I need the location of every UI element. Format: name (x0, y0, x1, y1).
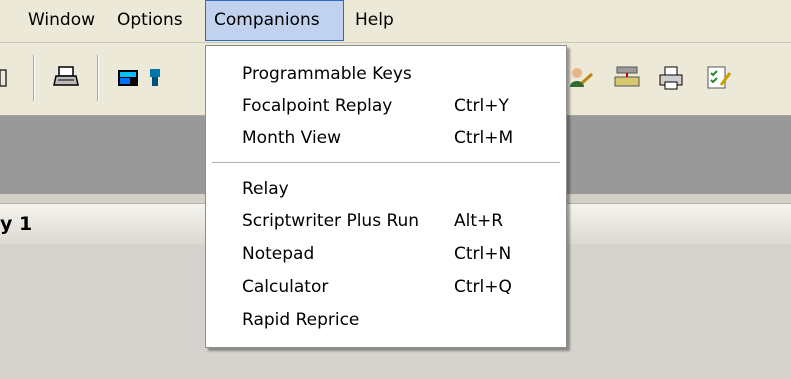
menu-item-scriptwriter-plus-run[interactable]: Scriptwriter Plus Run Alt+R (206, 206, 566, 236)
tools-icon[interactable] (146, 65, 160, 91)
child-window-title: y 1 (0, 213, 33, 235)
menu-item-shortcut: Ctrl+Q (454, 277, 512, 297)
menu-options[interactable]: Options (109, 0, 191, 41)
menu-item-shortcut: Ctrl+N (454, 244, 512, 264)
menu-item-shortcut: Ctrl+M (454, 128, 514, 148)
toolbar-separator (97, 55, 99, 101)
menu-item-notepad[interactable]: Notepad Ctrl+N (206, 239, 566, 269)
menu-item-label: Focalpoint Replay (242, 96, 393, 116)
menu-item-focalpoint-replay[interactable]: Focalpoint Replay Ctrl+Y (206, 91, 566, 121)
menu-item-relay[interactable]: Relay (206, 174, 566, 204)
menu-help[interactable]: Help (347, 0, 402, 41)
menu-item-calculator[interactable]: Calculator Ctrl+Q (206, 272, 566, 302)
menu-companions[interactable]: Companions (205, 0, 344, 41)
menu-item-label: Rapid Reprice (242, 310, 360, 330)
menu-bar: Window Options Companions Help (0, 0, 791, 43)
menu-item-label: Month View (242, 128, 342, 148)
print-icon[interactable] (52, 65, 80, 91)
menu-item-label: Notepad (242, 244, 315, 264)
user-edit-icon[interactable] (567, 65, 595, 91)
menu-window[interactable]: Window (20, 0, 103, 41)
menu-item-label: Relay (242, 179, 289, 199)
menu-item-shortcut: Alt+R (454, 211, 504, 231)
menu-item-shortcut: Ctrl+Y (454, 96, 509, 116)
printer-icon[interactable] (657, 65, 685, 91)
menu-item-programmable-keys[interactable]: Programmable Keys (206, 59, 566, 89)
menu-item-label: Scriptwriter Plus Run (242, 211, 420, 231)
menu-separator (212, 162, 560, 163)
menu-item-rapid-reprice[interactable]: Rapid Reprice (206, 305, 566, 335)
menu-item-label: Calculator (242, 277, 329, 297)
partial-toolbar-button[interactable] (0, 65, 8, 91)
menu-item-label: Programmable Keys (242, 64, 412, 84)
menu-item-month-view[interactable]: Month View Ctrl+M (206, 123, 566, 153)
checklist-icon[interactable] (704, 65, 732, 91)
toolbar-separator (33, 55, 35, 101)
window-layout-icon[interactable] (114, 65, 142, 91)
companions-dropdown: Programmable Keys Focalpoint Replay Ctrl… (205, 45, 567, 348)
keyboard-network-icon[interactable] (613, 65, 641, 91)
